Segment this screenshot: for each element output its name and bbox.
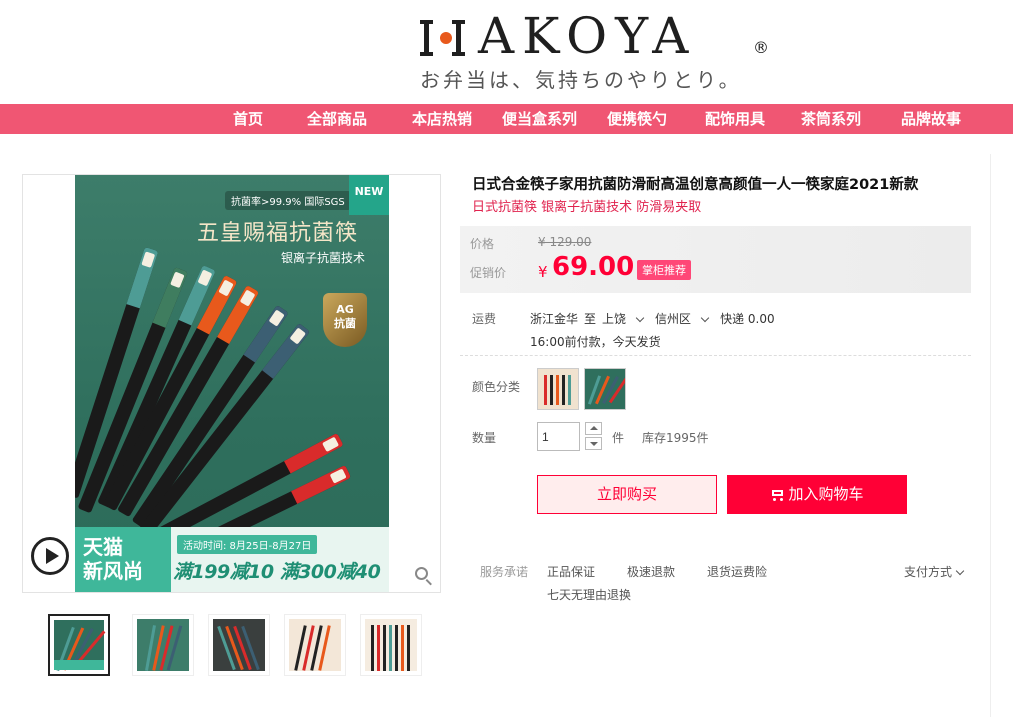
nav-item-accessories[interactable]: 配饰用具 <box>705 104 765 134</box>
color-option-1[interactable] <box>537 368 579 410</box>
logo-text: AKOYA <box>478 7 697 65</box>
stock-count: 库存1995件 <box>642 431 709 445</box>
quantity-decrease-button[interactable] <box>585 437 602 450</box>
chevron-down-icon <box>955 566 965 576</box>
header: AKOYA ® お弁当は、気持ちのやりとり。 <box>0 0 1013 104</box>
buy-now-button[interactable]: 立即购买 <box>537 475 717 514</box>
quantity-label: 数量 <box>472 431 497 445</box>
logo-mark-icon <box>420 20 470 56</box>
thumbnail-4[interactable] <box>284 614 346 676</box>
new-badge: NEW <box>349 175 389 215</box>
nav-item-all-products[interactable]: 全部商品 <box>307 104 367 134</box>
divider <box>990 154 991 717</box>
quantity-input[interactable] <box>537 422 580 451</box>
ag-antibacterial-badge: AG 抗菌 <box>323 293 367 347</box>
promo-time: 活动时间: 8月25日-8月27日 <box>177 535 318 554</box>
brand-tagline: お弁当は、気持ちのやりとり。 <box>420 68 742 92</box>
nav-item-portable-cutlery[interactable]: 便携筷勺 <box>607 104 667 134</box>
antibacterial-rate-label: 抗菌率>99.9% 国际SGS <box>225 191 351 210</box>
promo-deal: 满199减10 满300减40 <box>173 561 381 583</box>
main-nav: 首页 全部商品 本店热销 便当盒系列 便携筷勺 配饰用具 茶筒系列 品牌故事 <box>0 104 1013 134</box>
original-price: ¥ 129.00 <box>538 235 592 249</box>
nav-item-bento-boxes[interactable]: 便当盒系列 <box>502 104 577 134</box>
zoom-icon[interactable] <box>414 566 434 586</box>
color-option-2[interactable] <box>584 368 626 410</box>
service-fast-refund[interactable]: 极速退款 <box>627 563 675 580</box>
price-label: 价格 <box>470 237 495 251</box>
color-label: 颜色分类 <box>472 380 521 394</box>
main-product-image[interactable]: 抗菌率>99.9% 国际SGS 五皇赐福抗菌筷 银离子抗菌技术 AG 抗菌 天猫新… <box>22 174 441 593</box>
ship-district-dropdown[interactable]: 信州区 <box>655 312 714 326</box>
service-seven-day-return[interactable]: 七天无理由退换 <box>547 586 631 603</box>
divider <box>460 355 971 356</box>
shipping-info: 浙江金华至上饶 信州区 快递 0.00 <box>530 310 781 327</box>
cart-icon <box>770 488 784 501</box>
nav-item-hot-sellers[interactable]: 本店热销 <box>412 104 472 134</box>
quantity-unit: 件 <box>612 431 625 445</box>
chevron-down-icon <box>700 313 710 323</box>
tmall-new-trend-label: 天猫 新风尚 <box>75 527 171 592</box>
product-photo: 抗菌率>99.9% 国际SGS 五皇赐福抗菌筷 银离子抗菌技术 AG 抗菌 天猫新… <box>75 175 389 592</box>
service-authentic[interactable]: 正品保证 <box>547 563 595 580</box>
nav-item-brand-story[interactable]: 品牌故事 <box>901 104 961 134</box>
thumbnail-2[interactable] <box>132 614 194 676</box>
quantity-increase-button[interactable] <box>585 422 602 435</box>
add-to-cart-label: 加入购物车 <box>788 485 864 503</box>
image-headline: 五皇赐福抗菌筷 <box>197 221 359 246</box>
current-price: 69.00 <box>552 252 635 282</box>
shipping-label: 运费 <box>472 312 497 326</box>
brand-logo[interactable]: AKOYA ® <box>420 8 780 64</box>
play-video-icon[interactable] <box>31 537 69 575</box>
payment-method-dropdown[interactable]: 支付方式 <box>904 563 965 580</box>
promo-banner: 天猫 新风尚 活动时间: 8月25日-8月27日 满199减10 满300减40 <box>75 527 389 592</box>
currency-symbol: ¥ <box>538 263 548 281</box>
nav-item-tea-canisters[interactable]: 茶筒系列 <box>801 104 861 134</box>
ship-to-word: 至 <box>584 312 597 326</box>
product-subtitle: 日式抗菌筷 银离子抗菌技术 防滑易夹取 <box>472 200 702 215</box>
price-panel: 价格 ¥ 129.00 促销价 ¥ 69.00 掌柜推荐 <box>460 226 971 293</box>
ship-city-dropdown[interactable]: 上饶 <box>602 312 649 326</box>
ship-fee: 快递 0.00 <box>720 312 775 326</box>
service-label: 服务承诺 <box>480 565 529 579</box>
service-return-shipping[interactable]: 退货运费险 <box>707 563 767 580</box>
thumbnail-5[interactable] <box>360 614 422 676</box>
registered-mark: ® <box>753 38 769 57</box>
thumbnail-3[interactable] <box>208 614 270 676</box>
promo-price-label: 促销价 <box>470 266 507 280</box>
promo-tag: 掌柜推荐 <box>637 260 691 280</box>
image-subheadline: 银离子抗菌技术 <box>281 251 366 265</box>
chevron-down-icon <box>635 313 645 323</box>
add-to-cart-button[interactable]: 加入购物车 <box>727 475 907 514</box>
product-title: 日式合金筷子家用抗菌防滑耐高温创意高颜值一人一筷家庭2021新款 <box>472 177 919 193</box>
thumbnail-1[interactable] <box>48 614 110 676</box>
nav-item-home[interactable]: 首页 <box>233 104 263 134</box>
thumbnail-strip <box>48 614 428 678</box>
ship-time: 16:00前付款，今天发货 <box>530 335 661 349</box>
ship-from: 浙江金华 <box>530 312 579 326</box>
